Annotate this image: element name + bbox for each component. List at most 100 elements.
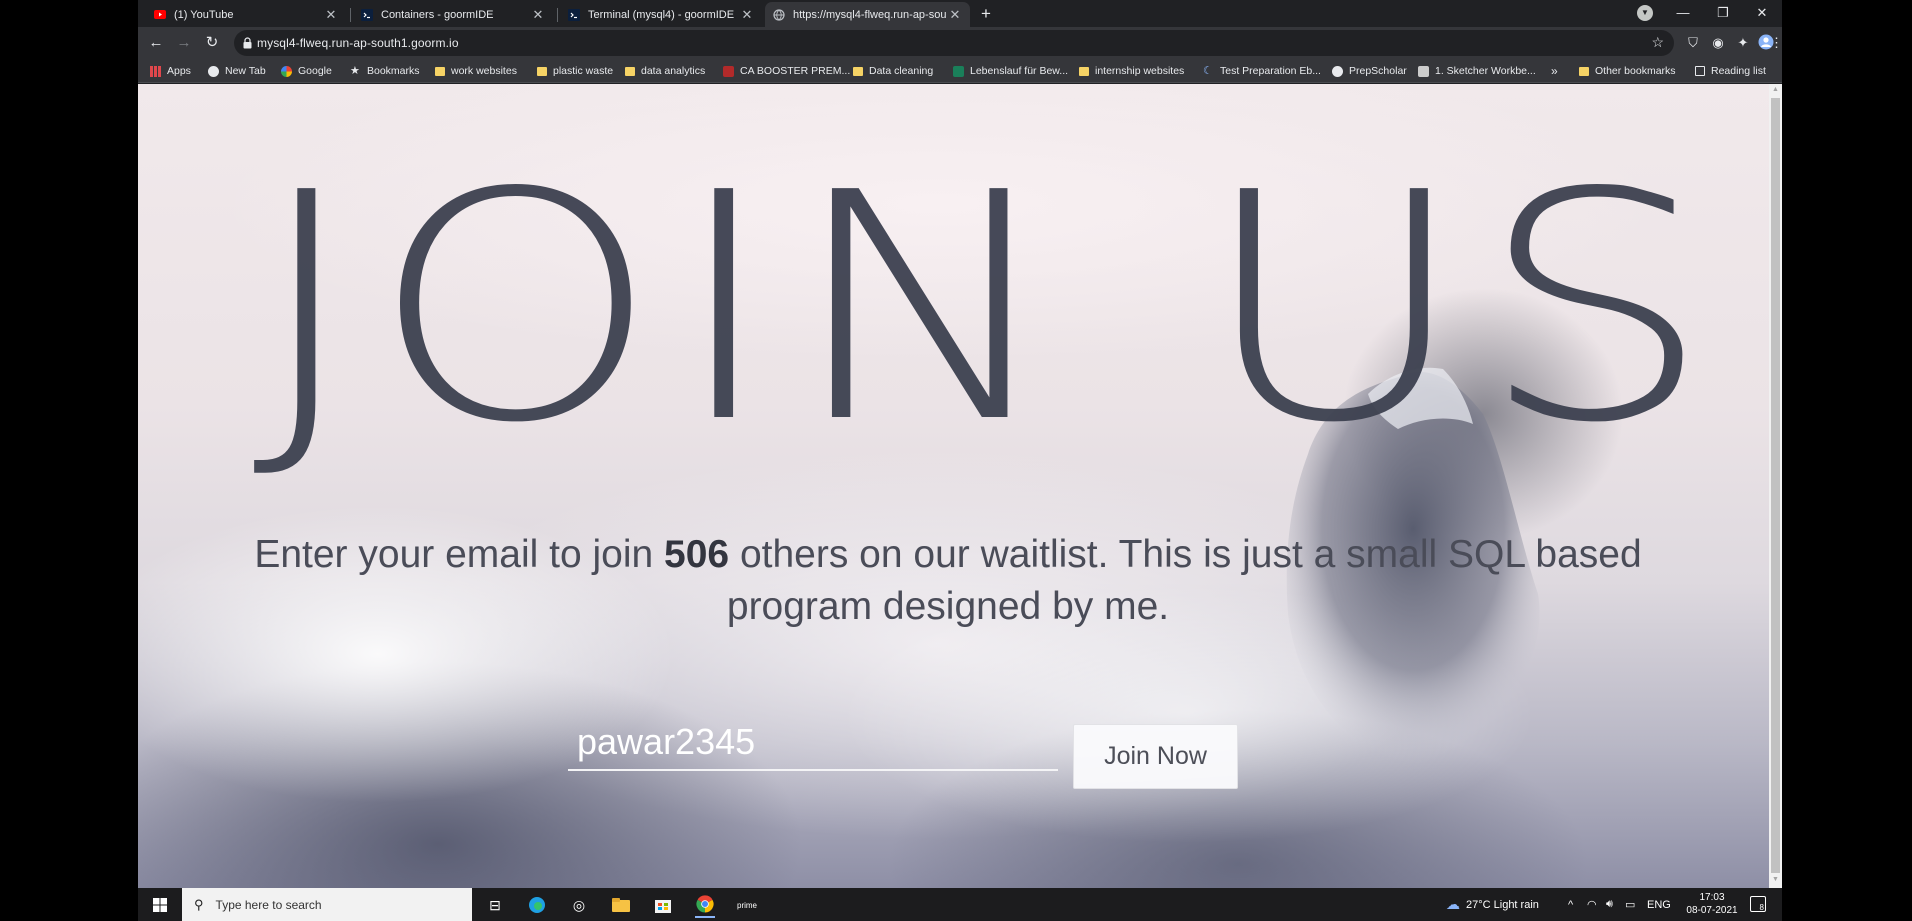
google-icon: [281, 65, 292, 77]
youtube-icon: [154, 9, 166, 21]
bookmark-label: data analytics: [641, 65, 706, 77]
folder-icon: [537, 66, 547, 76]
bookmark-ca-booster[interactable]: CA BOOSTER PREM...: [723, 63, 850, 79]
tagline-suffix: others on our waitlist. This is just a s…: [726, 533, 1642, 628]
prime-video-icon[interactable]: prime: [737, 895, 757, 915]
bookmark-label: Bookmarks: [367, 65, 420, 77]
sketcher-icon: [1418, 65, 1429, 77]
lock-icon[interactable]: [243, 37, 252, 49]
page-scrollbar[interactable]: ▲ ▼: [1769, 84, 1782, 888]
shield-extension-icon[interactable]: ⛉: [1684, 34, 1702, 52]
bookmarks-bar: Apps New Tab Google ★ Bookmarks work webs…: [138, 59, 1782, 83]
clock-date: 08-07-2021: [1686, 905, 1738, 916]
page-title: JOIN US: [252, 126, 1722, 492]
clock-time: 17:03: [1699, 892, 1725, 903]
browser-toolbar: ← → ↻ mysql4-flweq.run-ap-south1.goorm.i…: [138, 27, 1782, 59]
tab-terminal[interactable]: Terminal (mysql4) - goormIDE ✕: [560, 2, 762, 27]
taskbar-search-box[interactable]: ⚲ Type here to search: [182, 888, 472, 921]
folder-icon: [853, 66, 863, 76]
email-input[interactable]: [568, 715, 1058, 771]
bookmark-plastic-waste[interactable]: plastic waste: [537, 63, 613, 79]
edge-browser-icon[interactable]: [527, 895, 547, 915]
new-tab-button[interactable]: +: [976, 4, 996, 24]
bookmark-apps[interactable]: Apps: [150, 63, 191, 79]
language-text: ENG: [1647, 898, 1671, 911]
weather-widget[interactable]: ☁ 27°C Light rain: [1446, 888, 1539, 921]
tab-active-page[interactable]: https://mysql4-flweq.run-ap-sou ✕: [765, 2, 970, 27]
battery-icon[interactable]: ▭: [1625, 888, 1635, 921]
tab-containers[interactable]: Containers - goormIDE ✕: [353, 2, 553, 27]
bookmark-bookmarks[interactable]: ★ Bookmarks: [350, 63, 420, 79]
camera-extension-icon[interactable]: ◉: [1709, 34, 1727, 52]
search-icon: ⚲: [194, 896, 204, 912]
bookmark-work-websites[interactable]: work websites: [435, 63, 517, 79]
bookmark-data-analytics[interactable]: data analytics: [625, 63, 705, 79]
bookmark-sketcher[interactable]: 1. Sketcher Workbe...: [1418, 63, 1536, 79]
scroll-down-icon[interactable]: ▼: [1771, 876, 1780, 886]
window-close-icon[interactable]: ✕: [1742, 0, 1782, 25]
bookmark-test-preparation[interactable]: ☾ Test Preparation Eb...: [1203, 63, 1321, 79]
bookmark-label: Google: [298, 65, 332, 77]
bookmark-label: plastic waste: [553, 65, 614, 77]
close-icon[interactable]: ✕: [324, 7, 338, 23]
bookmark-label: Apps: [167, 65, 191, 77]
tab-divider: [557, 8, 558, 22]
back-arrow-icon[interactable]: ←: [146, 33, 166, 53]
bookmark-google[interactable]: Google: [281, 63, 332, 79]
windows-start-icon[interactable]: [150, 895, 170, 915]
close-icon[interactable]: ✕: [948, 7, 962, 23]
rain-cloud-icon: ☁: [1446, 896, 1460, 912]
folder-icon: [1579, 66, 1589, 76]
bookmark-internship-websites[interactable]: internship websites: [1079, 63, 1184, 79]
language-indicator[interactable]: ENG: [1647, 888, 1671, 921]
bookmark-label: Data cleaning: [869, 65, 934, 77]
tab-search-icon[interactable]: ▼: [1637, 5, 1653, 21]
network-icon[interactable]: ◠: [1587, 888, 1597, 921]
file-explorer-icon[interactable]: [611, 895, 631, 915]
join-now-button[interactable]: Join Now: [1073, 724, 1238, 789]
bookmarks-overflow-button[interactable]: »: [1551, 63, 1558, 79]
bookmark-star-icon[interactable]: ☆: [1651, 34, 1664, 51]
menu-dots-icon[interactable]: ⋮: [1770, 34, 1782, 52]
volume-icon[interactable]: 🔊︎: [1606, 888, 1613, 921]
bookmark-lebenslauf[interactable]: Lebenslauf für Bew...: [953, 63, 1068, 79]
windows-taskbar: ⚲ Type here to search ⊟ ◎ prime ☁ 27°C L…: [138, 888, 1782, 921]
forward-arrow-icon[interactable]: →: [174, 33, 194, 53]
apps-grid-icon: [150, 65, 161, 77]
folder-icon: [435, 66, 445, 76]
bookmark-new-tab[interactable]: New Tab: [208, 63, 266, 79]
bookmark-data-cleaning[interactable]: Data cleaning: [853, 63, 933, 79]
scrollbar-thumb[interactable]: [1771, 98, 1780, 873]
bookmark-label: 1. Sketcher Workbe...: [1435, 65, 1536, 77]
terminal-icon: [361, 8, 373, 21]
reload-icon[interactable]: ↻: [202, 33, 222, 53]
bookmark-label: CA BOOSTER PREM...: [740, 65, 851, 77]
scroll-up-icon[interactable]: ▲: [1771, 86, 1780, 96]
reading-list[interactable]: Reading list: [1695, 63, 1766, 79]
tab-title: Containers - goormIDE: [381, 8, 494, 21]
other-bookmarks[interactable]: Other bookmarks: [1579, 63, 1676, 79]
close-icon[interactable]: ✕: [740, 7, 754, 23]
taskbar-search-placeholder: Type here to search: [215, 897, 322, 912]
notification-center-icon[interactable]: 8: [1750, 896, 1766, 912]
address-bar[interactable]: mysql4-flweq.run-ap-south1.goorm.io ☆: [234, 30, 1674, 56]
bookmark-label: work websites: [451, 65, 517, 77]
tab-title: (1) YouTube: [174, 8, 234, 21]
chevron-up-icon: ^: [1568, 898, 1574, 911]
tab-youtube[interactable]: (1) YouTube ✕: [146, 2, 346, 27]
taskbar-clock[interactable]: 17:03 08-07-2021: [1678, 891, 1746, 917]
booster-icon: [723, 65, 734, 77]
app-icon[interactable]: ◎: [569, 895, 589, 915]
show-hidden-icons[interactable]: ^: [1568, 888, 1573, 921]
screen: (1) YouTube ✕ Containers - goormIDE ✕ Te…: [0, 0, 1912, 921]
task-view-icon[interactable]: ⊟: [485, 895, 505, 915]
weather-text: 27°C Light rain: [1466, 898, 1539, 911]
extensions-puzzle-icon[interactable]: ✦: [1734, 34, 1752, 52]
minimize-icon[interactable]: —: [1663, 0, 1703, 25]
store-icon[interactable]: [653, 895, 673, 915]
bookmark-prepscholar[interactable]: PrepScholar: [1332, 63, 1407, 79]
chrome-icon[interactable]: [695, 892, 715, 918]
close-icon[interactable]: ✕: [531, 7, 545, 23]
url-text: mysql4-flweq.run-ap-south1.goorm.io: [257, 36, 459, 50]
restore-icon[interactable]: ❐: [1703, 0, 1743, 25]
